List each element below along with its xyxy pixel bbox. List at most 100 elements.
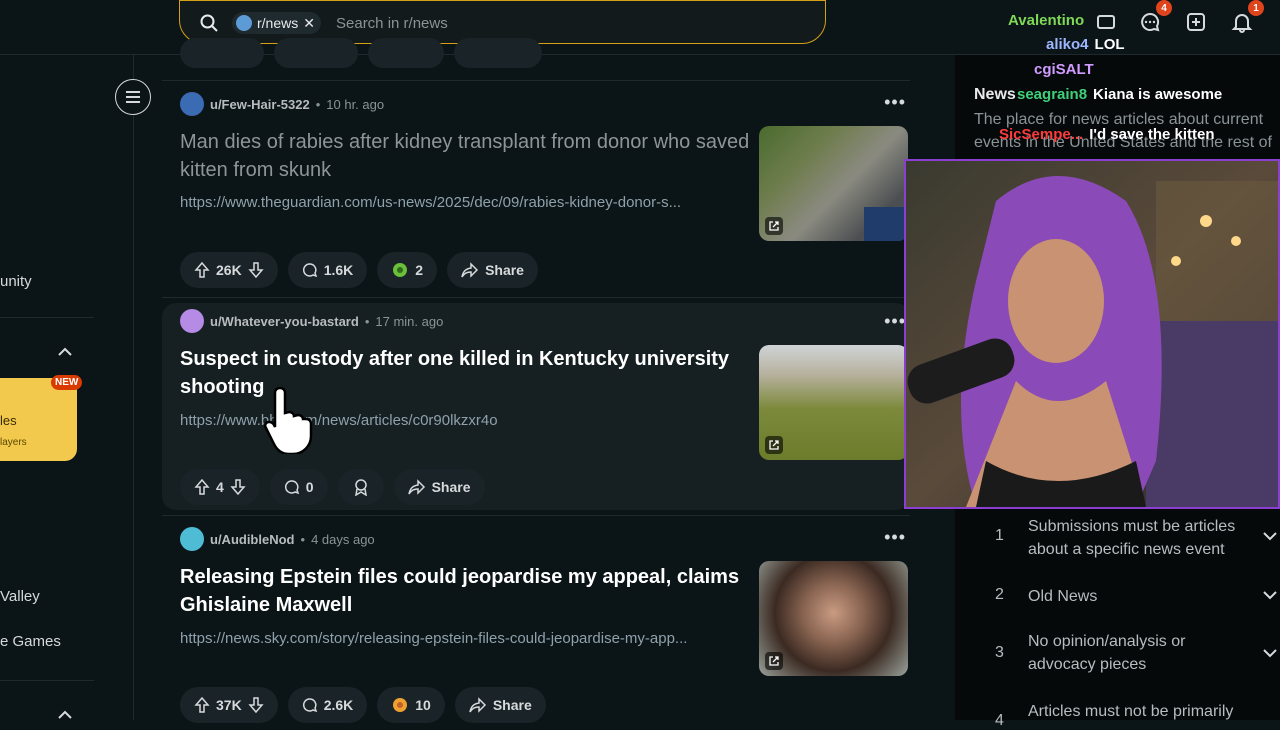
divider (162, 515, 910, 516)
upvote-icon[interactable] (194, 262, 210, 278)
rule-item[interactable]: 3 No opinion/analysis or advocacy pieces (955, 630, 1280, 676)
post-author[interactable]: u/Whatever-you-bastard (210, 314, 359, 329)
divider (0, 680, 94, 681)
post-meta: u/Few-Hair-5322 • 10 hr. ago (180, 92, 384, 116)
post-thumbnail[interactable] (759, 561, 908, 676)
games-card-subtitle: layers (0, 437, 27, 448)
share-button[interactable]: Share (447, 252, 538, 288)
chat-message: cgiSALT (1034, 61, 1100, 78)
post-author[interactable]: u/Few-Hair-5322 (210, 97, 310, 112)
award-icon (393, 698, 408, 712)
comment-icon (302, 263, 317, 278)
rule-item[interactable]: 2 Old News (955, 585, 1280, 609)
rule-item[interactable]: 4 Articles must not be primarily (955, 700, 1280, 729)
more-options-icon[interactable]: ••• (884, 527, 906, 548)
share-icon (407, 479, 425, 495)
hamburger-icon (126, 91, 140, 103)
chat-user: aliko4 (1046, 36, 1089, 53)
share-pill[interactable] (454, 38, 542, 68)
comments-button[interactable]: 2.6K (287, 687, 368, 723)
award-pill[interactable] (368, 38, 444, 68)
award-count: 10 (415, 697, 431, 713)
chevron-up-icon[interactable] (58, 710, 72, 720)
chevron-up-icon[interactable] (58, 347, 72, 357)
post-actions: 37K 2.6K 10 Share (180, 687, 546, 723)
divider (162, 80, 910, 81)
post-time: 17 min. ago (375, 313, 444, 329)
comments-pill[interactable] (274, 38, 358, 68)
chat-message: seagrain8 Kiana is awesome (1017, 86, 1222, 103)
comment-count: 1.6K (323, 262, 354, 278)
rule-text: No opinion/analysis or advocacy pieces (1028, 633, 1186, 673)
upvote-icon[interactable] (194, 697, 210, 713)
downvote-icon[interactable] (230, 479, 246, 495)
post-thumbnail[interactable] (759, 126, 908, 241)
divider (162, 297, 910, 298)
post-card[interactable]: u/Few-Hair-5322 • 10 hr. ago ••• Man die… (162, 92, 910, 292)
vote-count: 4 (216, 479, 224, 495)
external-link-icon (765, 217, 783, 235)
post-time: 10 hr. ago (326, 96, 385, 112)
chat-text: Kiana is awesome (1093, 86, 1223, 103)
post-link[interactable]: https://www.theguardian.com/us-news/2025… (180, 194, 755, 211)
chat-icon[interactable]: 4 (1136, 0, 1172, 36)
share-button[interactable]: Share (454, 687, 546, 723)
create-post-icon[interactable] (1182, 8, 1210, 36)
chat-message: Avalentino (1008, 12, 1090, 29)
subreddit-chip[interactable]: r/news ✕ (232, 12, 321, 34)
post-title[interactable]: Man dies of rabies after kidney transpla… (180, 128, 750, 184)
chat-user: seagrain8 (1017, 86, 1088, 103)
notifications-icon[interactable]: 1 (1228, 0, 1264, 36)
downvote-icon[interactable] (248, 262, 264, 278)
search-icon (200, 14, 218, 37)
chat-message: SicSempe... I'd save the kitten (999, 126, 1215, 143)
post-thumbnail[interactable] (759, 345, 908, 460)
chat-text: I'd save the kitten (1089, 126, 1215, 143)
new-badge: NEW (51, 375, 83, 390)
menu-button[interactable] (115, 79, 151, 115)
chevron-down-icon[interactable] (1263, 648, 1277, 658)
more-options-icon[interactable]: ••• (884, 92, 906, 113)
advertise-icon[interactable] (1092, 8, 1120, 36)
chat-text: LOL (1094, 36, 1125, 53)
rule-number: 1 (995, 527, 1004, 544)
share-button[interactable]: Share (393, 469, 485, 505)
external-link-icon (765, 436, 783, 454)
chevron-down-icon[interactable] (1263, 590, 1277, 600)
comments-button[interactable]: 0 (269, 469, 328, 505)
chevron-down-icon[interactable] (1263, 531, 1277, 541)
sidebar-item-community[interactable]: unity (0, 273, 32, 290)
post-card[interactable]: u/AudibleNod • 4 days ago ••• Releasing … (162, 527, 910, 723)
publisher-logo (864, 207, 908, 241)
award-button[interactable] (337, 469, 384, 505)
previous-post-actions (180, 38, 542, 68)
post-actions: 26K 1.6K 2 Share (180, 252, 538, 288)
notifications-badge: 1 (1248, 0, 1264, 16)
post-author[interactable]: u/AudibleNod (210, 532, 295, 547)
games-card[interactable]: les layers (0, 378, 77, 461)
downvote-icon[interactable] (248, 697, 264, 713)
games-card-title: les (0, 413, 17, 428)
sidebar-item-valley[interactable]: Valley (0, 588, 40, 605)
avatar[interactable] (180, 92, 204, 116)
sidebar-item-games[interactable]: e Games (0, 633, 61, 650)
avatar[interactable] (180, 309, 204, 333)
more-options-icon[interactable]: ••• (884, 311, 906, 332)
award-button[interactable]: 10 (377, 687, 445, 723)
rule-item[interactable]: 1 Submissions must be articles about a s… (955, 515, 1280, 561)
award-button[interactable]: 2 (377, 252, 438, 288)
vote-pill: 37K (180, 687, 278, 723)
chat-badge: 4 (1156, 0, 1172, 16)
comments-button[interactable]: 1.6K (287, 252, 368, 288)
globe-icon (236, 15, 252, 31)
close-icon[interactable]: ✕ (303, 15, 315, 32)
post-title[interactable]: Releasing Epstein files could jeopardise… (180, 563, 750, 619)
upvote-icon[interactable] (194, 479, 210, 495)
avatar[interactable] (180, 527, 204, 551)
search-placeholder: Search in r/news (336, 15, 448, 32)
rule-number: 3 (995, 644, 1004, 661)
vote-pill[interactable] (180, 38, 264, 68)
rule-text: Submissions must be articles about a spe… (1028, 518, 1236, 558)
post-link[interactable]: https://news.sky.com/story/releasing-eps… (180, 630, 755, 647)
post-meta: u/Whatever-you-bastard • 17 min. ago (180, 309, 443, 333)
